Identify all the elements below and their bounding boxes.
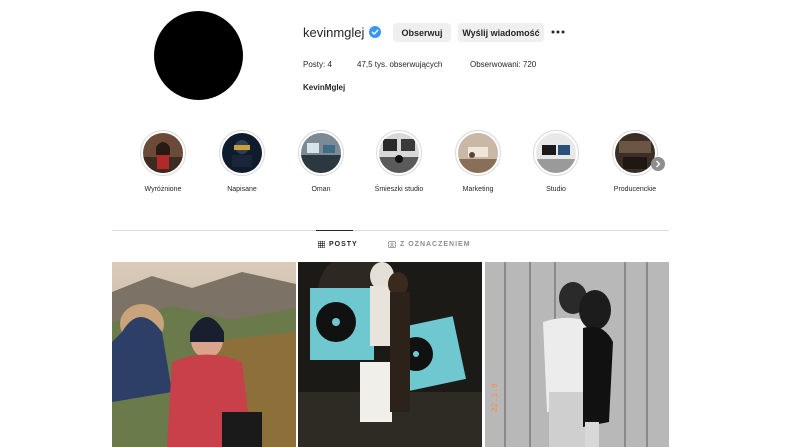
- post-thumbnail[interactable]: [112, 262, 296, 447]
- highlight-ring: [533, 130, 579, 176]
- verified-badge-icon: [369, 26, 382, 38]
- chevron-right-icon[interactable]: [651, 157, 665, 171]
- highlight-cover: [379, 133, 419, 173]
- post-image: [298, 262, 482, 447]
- posts-count: Posty: 4: [303, 60, 332, 69]
- highlight-cover: [458, 133, 498, 173]
- highlight-cover: [536, 133, 576, 173]
- highlight-label: Producenckie: [613, 186, 657, 193]
- highlight-cover: [222, 133, 262, 173]
- highlight-label: Napisane: [227, 186, 257, 193]
- highlight-cover: [143, 133, 183, 173]
- post-image: [112, 262, 296, 447]
- highlight-item[interactable]: Marketing: [448, 130, 508, 193]
- svg-text:22.1.9: 22.1.9: [491, 383, 500, 412]
- highlight-ring: [219, 130, 265, 176]
- post-thumbnail[interactable]: 22.1.9: [485, 262, 669, 447]
- tab-tagged-label: Z OZNACZENIEM: [400, 241, 471, 248]
- following-count[interactable]: Obserwowani: 720: [470, 60, 536, 69]
- grid-icon: [318, 241, 325, 248]
- highlight-label: Wyróżnione: [144, 186, 182, 193]
- tabs-divider: [112, 230, 669, 231]
- highlight-ring: [612, 130, 658, 176]
- highlight-item[interactable]: Studio: [526, 130, 586, 193]
- highlight-ring: [376, 130, 422, 176]
- highlight-cover: [301, 133, 341, 173]
- tab-posts[interactable]: POSTY: [318, 241, 358, 248]
- highlight-item[interactable]: Oman: [291, 130, 351, 193]
- highlight-label: Oman: [311, 186, 331, 193]
- username-row: kevinmglej: [303, 22, 382, 42]
- more-options-icon[interactable]: [550, 26, 566, 38]
- highlight-cover: [615, 133, 655, 173]
- highlight-label: Marketing: [462, 186, 494, 193]
- highlight-label: Śmieszki studio: [374, 186, 424, 193]
- post-thumbnail[interactable]: [298, 262, 482, 447]
- follow-button[interactable]: Obserwuj: [393, 23, 451, 42]
- full-name: KevinMglej: [303, 83, 346, 92]
- tab-tagged[interactable]: Z OZNACZENIEM: [388, 241, 471, 248]
- send-message-button[interactable]: Wyślij wiadomość: [458, 23, 544, 42]
- highlight-ring: [140, 130, 186, 176]
- highlight-label: Studio: [546, 186, 566, 193]
- profile-avatar[interactable]: [154, 11, 243, 100]
- tagged-icon: [388, 241, 396, 248]
- highlight-item[interactable]: Śmieszki studio: [369, 130, 429, 193]
- tab-posts-label: POSTY: [329, 241, 358, 248]
- followers-count[interactable]: 47,5 tys. obserwujących: [357, 60, 442, 69]
- highlight-item[interactable]: Wyróżnione: [133, 130, 193, 193]
- highlight-item[interactable]: Napisane: [212, 130, 272, 193]
- highlight-ring: [298, 130, 344, 176]
- active-tab-indicator: [316, 230, 353, 231]
- highlight-ring: [455, 130, 501, 176]
- post-image: 22.1.9: [485, 262, 669, 447]
- username: kevinmglej: [303, 24, 365, 40]
